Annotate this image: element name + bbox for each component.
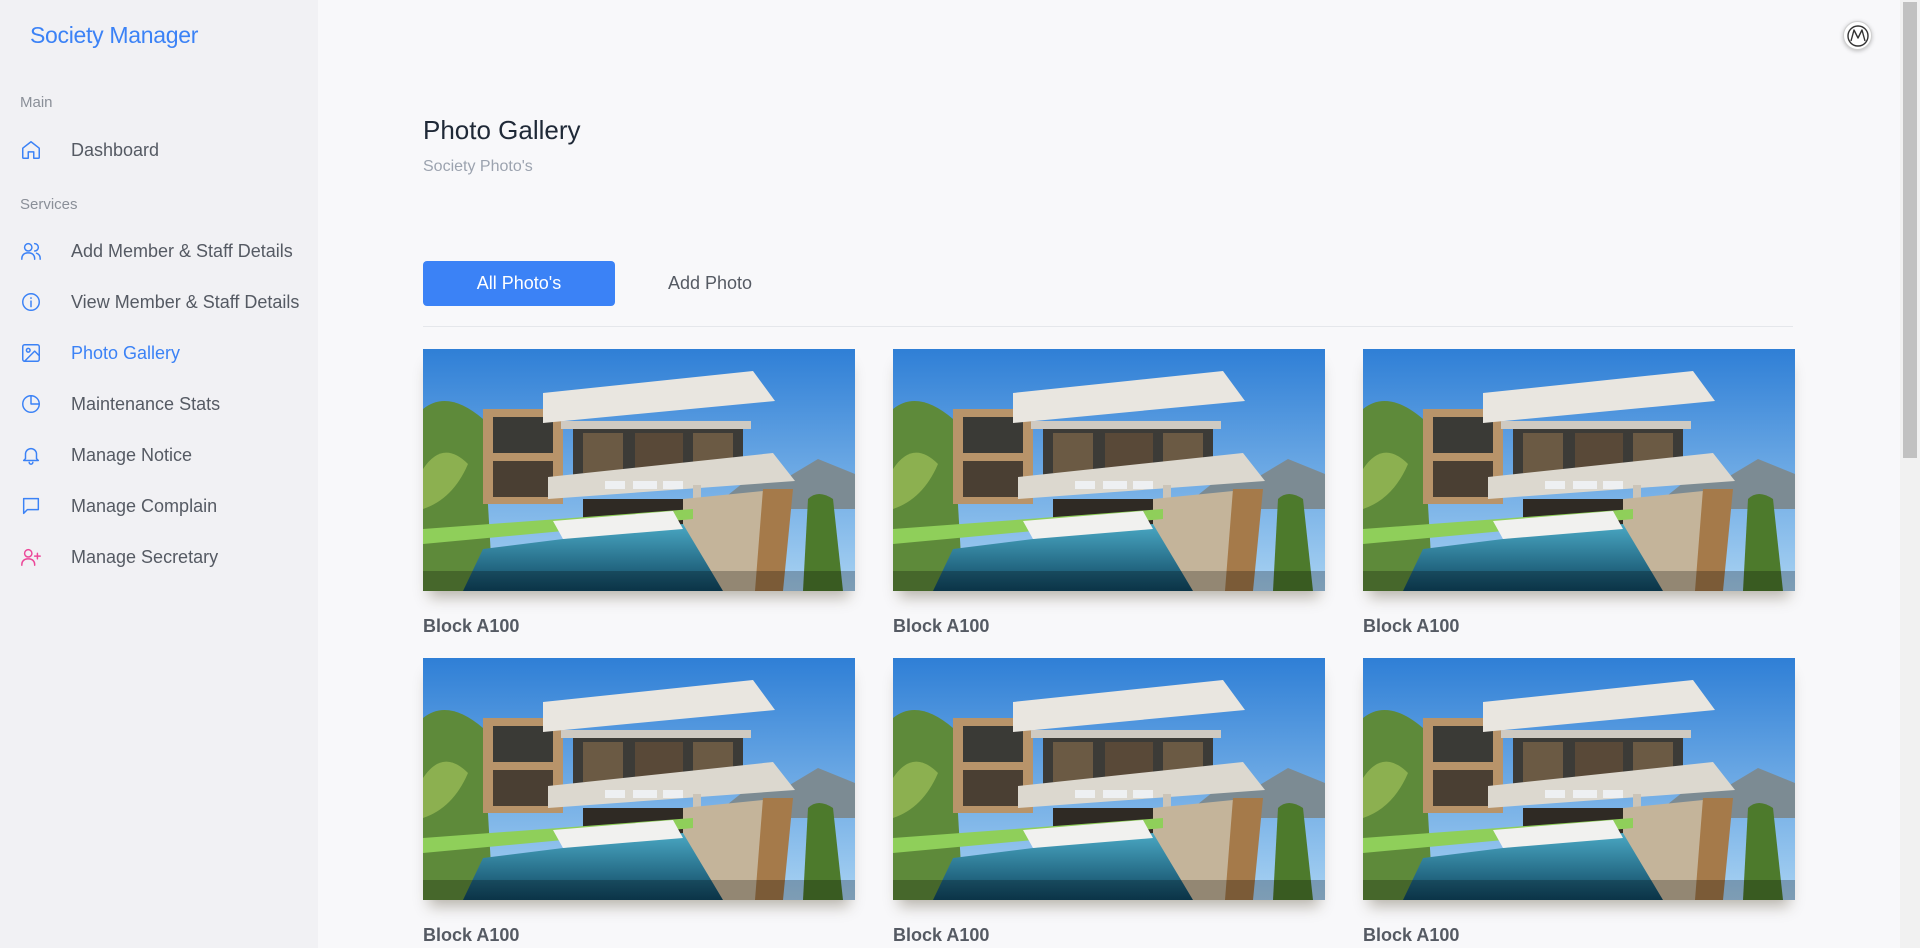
home-icon bbox=[20, 138, 50, 162]
gallery-caption: Block A100 bbox=[1363, 925, 1460, 945]
page-subtitle: Society Photo's bbox=[423, 158, 533, 175]
gallery-photo[interactable] bbox=[893, 658, 1325, 900]
gallery-caption: Block A100 bbox=[423, 616, 520, 636]
gallery-photo[interactable] bbox=[893, 349, 1325, 591]
message-icon bbox=[20, 494, 50, 518]
house-photo bbox=[1363, 658, 1795, 900]
gallery-photo[interactable] bbox=[423, 349, 855, 591]
gallery-photo[interactable] bbox=[1363, 349, 1795, 591]
section-label-services: Services bbox=[20, 196, 78, 213]
gallery-caption: Block A100 bbox=[893, 925, 990, 945]
sidebar-item-manage-complain[interactable]: Manage Complain bbox=[20, 486, 310, 526]
gallery-card[interactable]: Block A100 bbox=[1363, 658, 1795, 946]
page-title: Photo Gallery bbox=[423, 115, 581, 145]
pie-chart-icon bbox=[20, 392, 50, 416]
gallery-card[interactable]: Block A100 bbox=[423, 349, 855, 637]
sidebar-item-label: Maintenance Stats bbox=[71, 393, 221, 414]
sidebar-item-manage-notice[interactable]: Manage Notice bbox=[20, 435, 310, 475]
sidebar-item-label: View Member & Staff Details bbox=[71, 291, 300, 312]
house-photo bbox=[893, 349, 1325, 591]
user-plus-icon bbox=[20, 545, 50, 569]
scrollbar-thumb[interactable] bbox=[1903, 2, 1917, 458]
sidebar-item-photo-gallery[interactable]: Photo Gallery bbox=[20, 333, 310, 373]
sidebar-item-maintenance-stats[interactable]: Maintenance Stats bbox=[20, 384, 310, 424]
sidebar-item-label: Dashboard bbox=[71, 139, 160, 160]
gallery-photo[interactable] bbox=[1363, 658, 1795, 900]
logo-icon bbox=[1846, 24, 1869, 47]
image-icon bbox=[20, 341, 50, 365]
scrollbar[interactable] bbox=[1900, 0, 1920, 948]
tab-all-photos[interactable]: All Photo's bbox=[423, 261, 615, 306]
house-photo bbox=[423, 658, 855, 900]
divider bbox=[423, 326, 1793, 327]
sidebar-item-manage-secretary[interactable]: Manage Secretary bbox=[20, 537, 310, 577]
sidebar-item-add-member[interactable]: Add Member & Staff Details bbox=[20, 231, 310, 271]
sidebar-item-label: Manage Notice bbox=[71, 444, 193, 465]
sidebar: Society Manager Main Dashboard Services … bbox=[0, 0, 318, 948]
sidebar-item-dashboard[interactable]: Dashboard bbox=[20, 130, 310, 170]
users-icon bbox=[20, 239, 50, 263]
house-photo bbox=[423, 349, 855, 591]
gallery-card[interactable]: Block A100 bbox=[893, 658, 1325, 946]
gallery-card[interactable]: Block A100 bbox=[423, 658, 855, 946]
gallery-caption: Block A100 bbox=[893, 616, 990, 636]
gallery-caption: Block A100 bbox=[1363, 616, 1460, 636]
sidebar-item-label: Photo Gallery bbox=[71, 342, 181, 363]
gallery-caption: Block A100 bbox=[423, 925, 520, 945]
brand-logo-text[interactable]: Society Manager bbox=[30, 22, 198, 49]
house-photo bbox=[1363, 349, 1795, 591]
info-icon bbox=[20, 290, 50, 314]
gallery-card[interactable]: Block A100 bbox=[893, 349, 1325, 637]
sidebar-item-label: Add Member & Staff Details bbox=[71, 240, 293, 261]
user-avatar[interactable] bbox=[1843, 21, 1872, 50]
sidebar-item-label: Manage Secretary bbox=[71, 546, 219, 567]
gallery-card[interactable]: Block A100 bbox=[1363, 349, 1795, 637]
sidebar-item-view-member[interactable]: View Member & Staff Details bbox=[20, 282, 310, 322]
section-label-main: Main bbox=[20, 94, 53, 111]
tab-add-photo[interactable]: Add Photo bbox=[640, 261, 780, 306]
bell-icon bbox=[20, 443, 50, 467]
gallery-photo[interactable] bbox=[423, 658, 855, 900]
sidebar-item-label: Manage Complain bbox=[71, 495, 218, 516]
house-photo bbox=[893, 658, 1325, 900]
